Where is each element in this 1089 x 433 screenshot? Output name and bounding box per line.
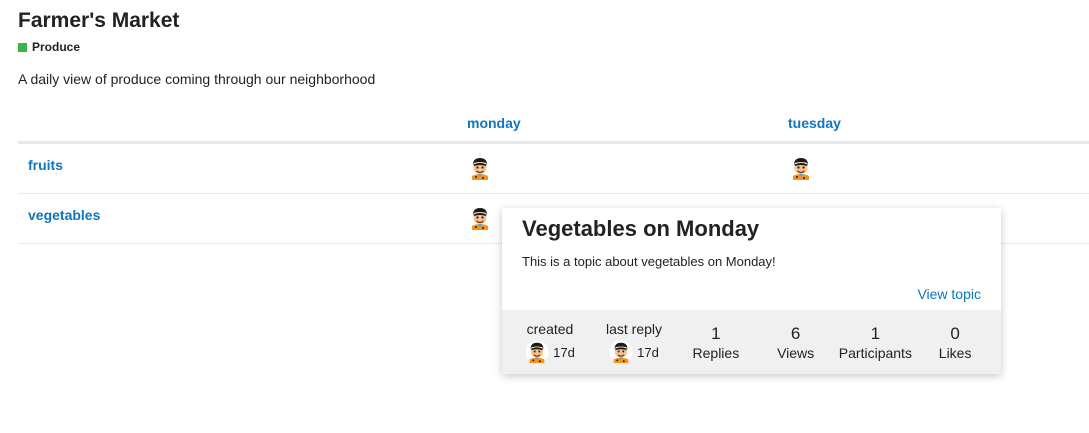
page: Farmer's Market Produce A daily view of …: [0, 0, 1089, 433]
stat-participants-label: Participants: [838, 345, 912, 361]
page-title: Farmer's Market: [18, 9, 180, 32]
row-label-fruits[interactable]: fruits: [28, 157, 63, 173]
view-topic-link[interactable]: View topic: [917, 286, 981, 302]
stat-likes-value: 0: [950, 324, 960, 343]
stat-last-reply-age: 17d: [637, 344, 659, 360]
row-label-vegetables[interactable]: vegetables: [28, 207, 100, 223]
grid-header: monday tuesday: [18, 104, 1089, 144]
caveman-avatar-icon[interactable]: [525, 340, 549, 364]
topic-title[interactable]: Vegetables on Monday: [522, 215, 759, 243]
category-badge[interactable]: Produce: [18, 40, 80, 54]
category-color-swatch: [18, 42, 27, 52]
stat-participants: 1 Participants: [836, 310, 916, 374]
stat-views: 6 Views: [756, 310, 836, 374]
stat-replies-label: Replies: [692, 345, 740, 361]
category-name: Produce: [32, 40, 81, 54]
stat-created-age: 17d: [553, 344, 575, 360]
caveman-avatar-icon[interactable]: [467, 205, 493, 231]
caveman-avatar-icon[interactable]: [609, 340, 633, 364]
stat-replies: 1 Replies: [676, 310, 756, 374]
topic-preview-card: Vegetables on Monday This is a topic abo…: [502, 208, 1001, 374]
topic-stats-bar: created 17d last reply 17d 1 Replies 6 V…: [502, 310, 1001, 374]
stat-replies-value: 1: [711, 324, 721, 343]
stat-last-reply-user: 17d: [609, 340, 659, 364]
category-description: A daily view of produce coming through o…: [18, 71, 376, 87]
column-header-tuesday[interactable]: tuesday: [788, 115, 841, 131]
stat-participants-value: 1: [870, 324, 881, 343]
stat-likes: 0 Likes: [915, 310, 995, 374]
topic-excerpt: This is a topic about vegetables on Mond…: [522, 254, 776, 269]
stat-created-user: 17d: [525, 340, 575, 364]
grid-row-fruits: fruits: [18, 144, 1089, 194]
caveman-avatar-icon[interactable]: [467, 155, 493, 181]
stat-last-reply-label: last reply: [605, 321, 663, 337]
stat-views-label: Views: [777, 345, 815, 361]
stat-created-label: created: [526, 321, 574, 337]
stat-likes-label: Likes: [938, 345, 972, 361]
stat-views-value: 6: [790, 324, 801, 343]
column-header-monday[interactable]: monday: [467, 115, 521, 131]
caveman-avatar-icon[interactable]: [788, 155, 814, 181]
stat-last-reply: last reply 17d: [592, 310, 676, 374]
stat-created: created 17d: [508, 310, 592, 374]
